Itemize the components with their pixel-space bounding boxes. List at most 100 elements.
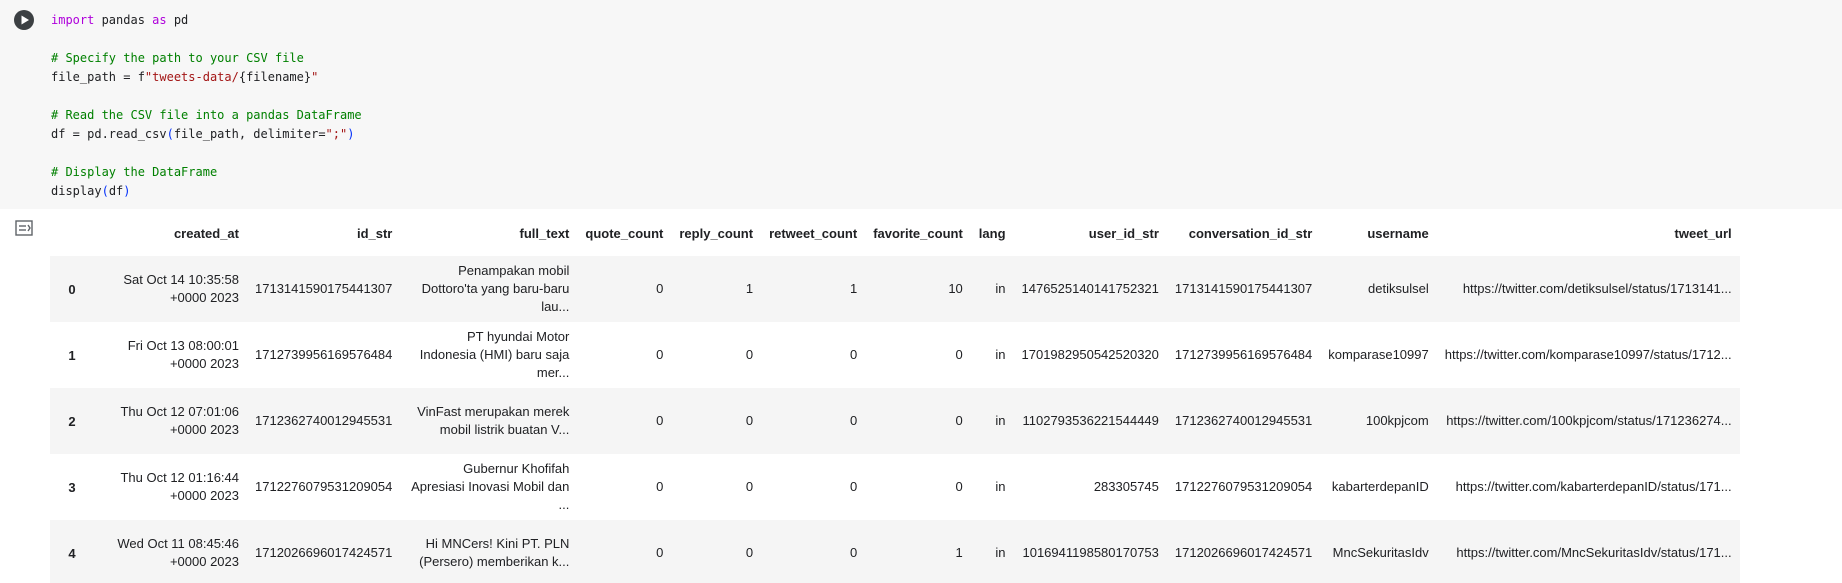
table-cell: 1712026696017424571: [255, 545, 393, 560]
code-cell[interactable]: import pandas as pd # Specify the path t…: [0, 0, 1842, 209]
table-row: 4 Wed Oct 11 08:45:46 +0000 2023 1712026…: [50, 520, 1740, 583]
table-cell: Thu Oct 12 01:16:44 +0000 2023: [120, 470, 239, 503]
table-cell: 283305745: [1093, 479, 1159, 494]
column-header: username: [1367, 225, 1429, 241]
cell-output: created_at id_str full_text quote_count …: [50, 210, 1840, 583]
table-cell: https://twitter.com/kabarterdepanID/stat…: [1455, 479, 1732, 494]
table-cell: 1712276079531209054: [1174, 479, 1313, 494]
output-options-icon[interactable]: [14, 218, 36, 238]
row-index: 4: [68, 545, 76, 561]
table-cell: 1713141590175441307: [1174, 281, 1313, 296]
code-line: df = pd.read_csv(file_path, delimiter=";…: [51, 125, 362, 144]
table-cell: https://twitter.com/100kpjcom/status/171…: [1446, 413, 1732, 428]
code-comment: # Read the CSV file into a pandas DataFr…: [51, 108, 362, 122]
table-cell: 0: [745, 545, 754, 560]
table-cell: 1712276079531209054: [255, 479, 393, 494]
code-token: display: [51, 184, 102, 198]
code-line: file_path = f"tweets-data/{filename}": [51, 68, 362, 87]
code-token: pandas: [94, 13, 153, 27]
code-token: {filename}: [238, 70, 312, 84]
table-cell: 10: [948, 281, 963, 296]
table-cell: in: [995, 545, 1006, 560]
table-cell: 0: [955, 479, 963, 494]
table-cell: 0: [656, 413, 664, 428]
table-cell: 1102793536221544449: [1022, 413, 1159, 428]
table-cell: https://twitter.com/MncSekuritasIdv/stat…: [1456, 545, 1732, 560]
table-cell: 0: [745, 413, 754, 428]
column-header: retweet_count: [769, 225, 858, 241]
column-header: id_str: [356, 225, 393, 241]
table-cell: 1: [745, 281, 754, 296]
code-line: display(df): [51, 182, 362, 201]
play-icon: [21, 15, 29, 25]
code-editor[interactable]: import pandas as pd # Specify the path t…: [51, 11, 362, 201]
table-cell: in: [995, 479, 1006, 494]
table-cell: komparase10997: [1328, 347, 1429, 362]
table-row: 3 Thu Oct 12 01:16:44 +0000 2023 1712276…: [50, 454, 1740, 520]
table-cell: PT hyundai Motor Indonesia (HMI) baru sa…: [419, 329, 570, 380]
table-cell: 1701982950542520320: [1021, 347, 1159, 362]
column-header: quote_count: [585, 225, 664, 241]
column-header: reply_count: [679, 225, 754, 241]
row-index: 1: [68, 347, 76, 363]
table-cell: 100kpjcom: [1365, 413, 1429, 428]
table-cell: in: [995, 347, 1006, 362]
table-cell: in: [995, 281, 1006, 296]
column-header: full_text: [519, 225, 570, 241]
table-cell: 1712739956169576484: [1174, 347, 1313, 362]
table-cell: VinFast merupakan merek mobil listrik bu…: [417, 404, 570, 437]
column-header: created_at: [173, 225, 239, 241]
table-cell: 1712026696017424571: [1174, 545, 1313, 560]
table-cell: 0: [849, 413, 858, 428]
code-token: df: [108, 184, 124, 198]
table-row: 0 Sat Oct 14 10:35:58 +0000 2023 1713141…: [50, 256, 1740, 322]
table-cell: 1: [849, 281, 858, 296]
row-index: 0: [68, 281, 76, 297]
index-header: [50, 210, 94, 256]
table-cell: Thu Oct 12 07:01:06 +0000 2023: [120, 404, 239, 437]
table-cell: Hi MNCers! Kini PT. PLN (Persero) member…: [419, 536, 570, 569]
table-cell: detiksulsel: [1368, 281, 1429, 296]
header-row: created_at id_str full_text quote_count …: [50, 210, 1740, 256]
code-token: pd: [166, 13, 189, 27]
table-cell: 1476525140141752321: [1021, 281, 1159, 296]
table-cell: 1713141590175441307: [255, 281, 393, 296]
table-cell: Fri Oct 13 08:00:01 +0000 2023: [127, 338, 239, 371]
code-token: ): [347, 127, 355, 141]
row-index: 3: [68, 479, 76, 495]
table-cell: 0: [849, 347, 858, 362]
column-header: favorite_count: [873, 225, 963, 241]
code-token: file_path, delimiter=: [173, 127, 326, 141]
table-cell: https://twitter.com/komparase10997/statu…: [1444, 347, 1732, 362]
column-header: tweet_url: [1674, 225, 1732, 241]
code-token: (: [101, 184, 109, 198]
table-cell: Gubernur Khofifah Apresiasi Inovasi Mobi…: [411, 461, 570, 512]
code-token: df = pd.read_csv: [51, 127, 167, 141]
table-cell: MncSekuritasIdv: [1332, 545, 1429, 560]
run-cell-button[interactable]: [14, 10, 34, 30]
table-cell: 0: [745, 347, 754, 362]
code-token: file_path = f: [51, 70, 145, 84]
table-cell: Penampakan mobil Dottoro'ta yang baru-ba…: [421, 263, 570, 314]
code-comment: # Display the DataFrame: [51, 165, 218, 179]
table-cell: in: [995, 413, 1006, 428]
table-cell: Wed Oct 11 08:45:46 +0000 2023: [117, 536, 239, 569]
table-cell: 1712362740012945531: [255, 413, 393, 428]
code-token: ";": [325, 127, 348, 141]
table-cell: 1712362740012945531: [1174, 413, 1313, 428]
table-cell: 0: [656, 545, 664, 560]
table-cell: 0: [849, 545, 858, 560]
code-token: ): [123, 184, 131, 198]
column-header: lang: [978, 225, 1006, 241]
table-cell: 0: [745, 479, 754, 494]
table-cell: 1: [955, 545, 963, 560]
code-line: import pandas as pd: [51, 11, 362, 30]
table-row: 2 Thu Oct 12 07:01:06 +0000 2023 1712362…: [50, 388, 1740, 454]
table-cell: 1712739956169576484: [255, 347, 393, 362]
column-header: conversation_id_str: [1188, 225, 1313, 241]
table-cell: 1016941198580170753: [1022, 545, 1159, 560]
row-index: 2: [68, 413, 76, 429]
code-token: "tweets-data/: [144, 70, 239, 84]
code-token: as: [152, 13, 167, 27]
